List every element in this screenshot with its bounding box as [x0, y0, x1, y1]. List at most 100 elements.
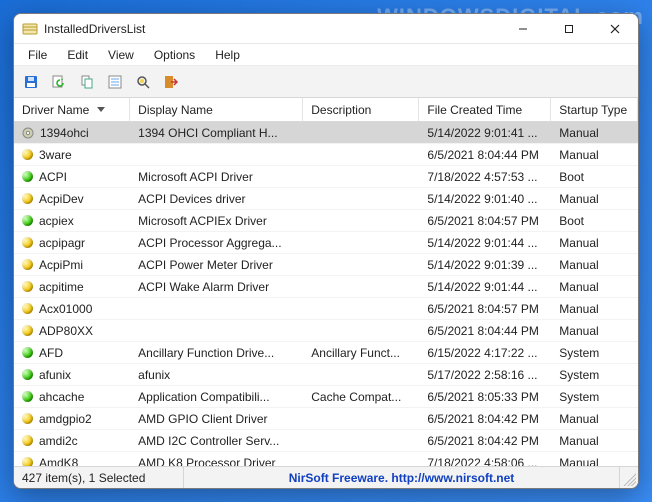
cell-created-time: 5/17/2022 2:58:16 ...: [419, 368, 551, 382]
cell-driver-name: 1394ohci: [14, 126, 130, 140]
table-row[interactable]: 3ware6/5/2021 8:04:44 PMManual: [14, 144, 638, 166]
table-row[interactable]: AcpiDevACPI Devices driver5/14/2022 9:01…: [14, 188, 638, 210]
close-button[interactable]: [592, 14, 638, 43]
cell-created-time: 6/5/2021 8:04:57 PM: [419, 302, 551, 316]
cell-created-time: 5/14/2022 9:01:44 ...: [419, 236, 551, 250]
cell-driver-name: ACPI: [14, 170, 130, 184]
table-row[interactable]: amdi2cAMD I2C Controller Serv...6/5/2021…: [14, 430, 638, 452]
driver-name-text: acpiex: [39, 214, 74, 228]
col-startup-type[interactable]: Startup Type: [551, 98, 638, 121]
status-orb-icon: [22, 347, 33, 358]
cell-created-time: 5/14/2022 9:01:41 ...: [419, 126, 551, 140]
cell-display-name: AMD K8 Processor Driver: [130, 456, 303, 467]
driver-name-text: ADP80XX: [39, 324, 93, 338]
cell-created-time: 6/15/2022 4:17:22 ...: [419, 346, 551, 360]
status-count: 427 item(s), 1 Selected: [14, 467, 184, 488]
driver-name-text: AmdK8: [39, 456, 78, 467]
cell-startup-type: Manual: [551, 148, 638, 162]
menu-options[interactable]: Options: [144, 46, 205, 64]
column-headers: Driver Name Display Name Description Fil…: [14, 98, 638, 122]
cell-display-name: Microsoft ACPIEx Driver: [130, 214, 303, 228]
menu-help[interactable]: Help: [205, 46, 250, 64]
menubar: File Edit View Options Help: [14, 44, 638, 66]
menu-view[interactable]: View: [98, 46, 144, 64]
table-row[interactable]: ACPI Microsoft ACPI Driver 7/18/2022 4:57:…: [14, 166, 638, 188]
cell-display-name: 1394 OHCI Compliant H...: [130, 126, 303, 140]
cell-startup-type: Manual: [551, 126, 638, 140]
refresh-button[interactable]: [48, 71, 70, 93]
maximize-button[interactable]: [546, 14, 592, 43]
exit-button[interactable]: [160, 71, 182, 93]
cell-display-name: ACPI Power Meter Driver: [130, 258, 303, 272]
cell-driver-name: AcpiPmi: [14, 258, 130, 272]
titlebar[interactable]: InstalledDriversList: [14, 14, 638, 44]
driver-name-text: acpipagr: [39, 236, 85, 250]
cell-driver-name: acpitime: [14, 280, 130, 294]
table-row[interactable]: acpipagr ACPI Processor Aggrega... 5/14/20…: [14, 232, 638, 254]
col-description[interactable]: Description: [303, 98, 419, 121]
status-orb-icon: [22, 171, 33, 182]
table-row[interactable]: 1394ohci 1394 OHCI Compliant H... 5/14/202…: [14, 122, 638, 144]
status-orb-icon: [22, 413, 33, 424]
table-row[interactable]: ahcacheApplication Compatibili...Cache C…: [14, 386, 638, 408]
save-button[interactable]: [20, 71, 42, 93]
cell-display-name: ACPI Wake Alarm Driver: [130, 280, 303, 294]
col-driver-name[interactable]: Driver Name: [14, 98, 130, 121]
cell-created-time: 6/5/2021 8:04:44 PM: [419, 324, 551, 338]
window-title: InstalledDriversList: [44, 22, 145, 36]
table-row[interactable]: AcpiPmi ACPI Power Meter Driver 5/14/2022 …: [14, 254, 638, 276]
driver-name-text: 1394ohci: [40, 126, 89, 140]
status-orb-icon: [22, 435, 33, 446]
rows-container[interactable]: 1394ohci 1394 OHCI Compliant H... 5/14/202…: [14, 122, 638, 466]
table-row[interactable]: acpitimeACPI Wake Alarm Driver5/14/2022 …: [14, 276, 638, 298]
find-button[interactable]: [132, 71, 154, 93]
menu-edit[interactable]: Edit: [57, 46, 98, 64]
status-orb-icon: [22, 193, 33, 204]
cell-created-time: 6/5/2021 8:04:57 PM: [419, 214, 551, 228]
driver-name-text: AcpiDev: [39, 192, 84, 206]
refresh-icon: [51, 74, 67, 90]
driver-name-text: afunix: [39, 368, 71, 382]
menu-file[interactable]: File: [18, 46, 57, 64]
table-row[interactable]: AmdK8AMD K8 Processor Driver7/18/2022 4:…: [14, 452, 638, 466]
resize-grip[interactable]: [620, 470, 636, 486]
status-orb-icon: [22, 215, 33, 226]
save-icon: [23, 74, 39, 90]
cell-display-name: Ancillary Function Drive...: [130, 346, 303, 360]
cell-created-time: 7/18/2022 4:57:53 ...: [419, 170, 551, 184]
table-row[interactable]: ADP80XX 6/5/2021 8:04:44 PMManual: [14, 320, 638, 342]
properties-button[interactable]: [104, 71, 126, 93]
cell-startup-type: Manual: [551, 280, 638, 294]
cell-display-name: Microsoft ACPI Driver: [130, 170, 303, 184]
table-row[interactable]: amdgpio2AMD GPIO Client Driver6/5/2021 8…: [14, 408, 638, 430]
cell-created-time: 5/14/2022 9:01:39 ...: [419, 258, 551, 272]
status-orb-icon: [22, 237, 33, 248]
driver-name-text: ahcache: [39, 390, 84, 404]
driver-name-text: ACPI: [39, 170, 67, 184]
app-window: InstalledDriversList File Edit View Opti…: [13, 13, 639, 489]
app-icon: [22, 21, 38, 37]
cell-display-name: AMD I2C Controller Serv...: [130, 434, 303, 448]
table-row[interactable]: Acx010006/5/2021 8:04:57 PMManual: [14, 298, 638, 320]
cell-startup-type: Manual: [551, 302, 638, 316]
cell-driver-name: AmdK8: [14, 456, 130, 467]
cell-driver-name: AcpiDev: [14, 192, 130, 206]
status-orb-icon: [22, 325, 33, 336]
cell-startup-type: Manual: [551, 324, 638, 338]
col-display-name[interactable]: Display Name: [130, 98, 303, 121]
driver-name-text: AcpiPmi: [39, 258, 83, 272]
cell-driver-name: amdi2c: [14, 434, 130, 448]
status-vendor-link[interactable]: NirSoft Freeware. http://www.nirsoft.net: [184, 467, 620, 488]
driver-name-text: AFD: [39, 346, 63, 360]
table-row[interactable]: AFDAncillary Function Drive...Ancillary …: [14, 342, 638, 364]
cell-driver-name: AFD: [14, 346, 130, 360]
table-row[interactable]: afunixafunix5/17/2022 2:58:16 ...System: [14, 364, 638, 386]
copy-button[interactable]: [76, 71, 98, 93]
cell-created-time: 5/14/2022 9:01:40 ...: [419, 192, 551, 206]
cell-display-name: ACPI Processor Aggrega...: [130, 236, 303, 250]
col-file-created-time[interactable]: File Created Time: [419, 98, 551, 121]
cell-driver-name: ADP80XX: [14, 324, 130, 338]
table-row[interactable]: acpiex Microsoft ACPIEx Driver 6/5/2021 8:…: [14, 210, 638, 232]
minimize-button[interactable]: [500, 14, 546, 43]
cell-startup-type: Manual: [551, 434, 638, 448]
